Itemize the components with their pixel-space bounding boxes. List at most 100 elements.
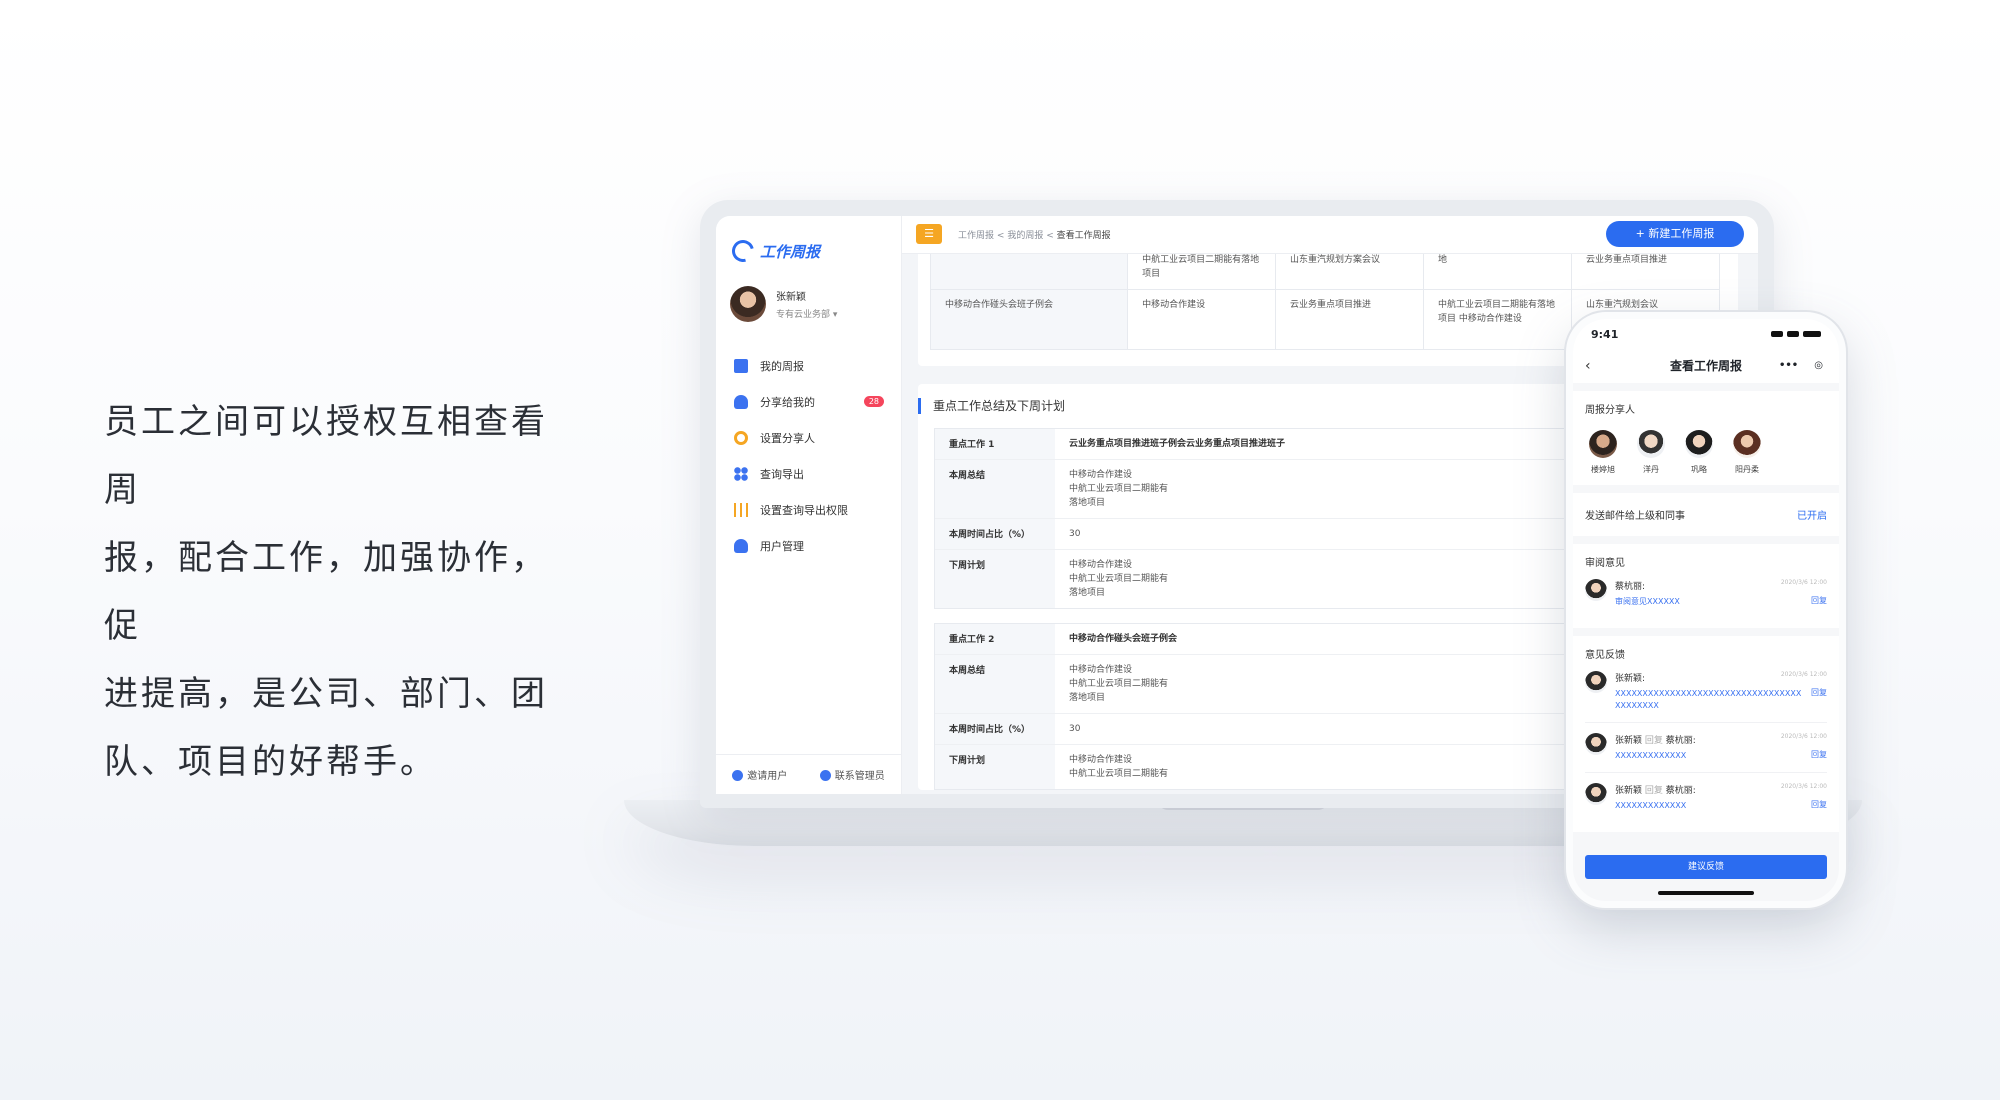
row-label: 下周计划 [935, 550, 1055, 608]
sidebar-item-label: 设置分享人 [760, 432, 815, 445]
invite-label: 邀请用户 [747, 771, 788, 782]
app-logo[interactable]: 工作周报 [727, 235, 821, 267]
signal-icon [1771, 331, 1821, 337]
mail-status[interactable]: 已开启 [1797, 507, 1827, 522]
sidebar-item-label: 设置查询导出权限 [760, 504, 848, 517]
sharer-item[interactable]: 楼婷旭 [1589, 430, 1617, 475]
avatar [1585, 733, 1607, 755]
table-cell: 云业务重点项目推进 [1275, 289, 1425, 350]
row-label: 本周总结 [935, 460, 1055, 518]
sidebar-item-export-permission[interactable]: 设置查询导出权限 [734, 492, 894, 528]
sidebar-item-label: 分享给我的 [760, 396, 815, 409]
comment-author: 张新颖: [1615, 671, 1805, 684]
user-name: 张新颖 [776, 292, 806, 303]
table-cell: 地 [1423, 254, 1572, 290]
row-label: 本周时间占比（%） [935, 519, 1055, 549]
back-icon[interactable]: ‹ [1585, 349, 1591, 383]
sidebar-item-label: 我的周报 [760, 360, 804, 373]
comment-author: 张新颖 回复 蔡杭丽: [1615, 733, 1805, 746]
sidebar-footer: 邀请用户 联系管理员 [716, 754, 901, 794]
comment-text: XXXXXXXXXXXXX [1615, 801, 1687, 810]
invite-user-link[interactable]: 邀请用户 [732, 767, 787, 782]
breadcrumb-separator: < [1046, 231, 1054, 241]
comment-time: 2020/3/6 12:00 [1780, 783, 1827, 790]
add-user-icon [732, 770, 744, 781]
sliders-icon [734, 503, 748, 517]
sidebar: 工作周报 张新颖 专有云业务部 ▾ 我的周报 分享给我的 28 设置分享人 查询… [716, 216, 902, 794]
breadcrumb-current: 查看工作周报 [1056, 231, 1111, 241]
user-dept-dropdown[interactable]: 专有云业务部 ▾ [776, 307, 837, 320]
tagline-line: 队、项目的好帮手。 [104, 742, 437, 782]
sharer-name: 阳丹柔 [1735, 465, 1759, 474]
author-name: 张新颖 [1615, 786, 1643, 796]
comment-author: 张新颖 回复 蔡杭丽: [1615, 783, 1805, 796]
contact-label: 联系管理员 [834, 771, 885, 782]
avatar [1585, 579, 1607, 601]
count-badge: 28 [863, 396, 884, 407]
author-name: 张新颖: [1615, 674, 1646, 684]
logo-icon [727, 235, 759, 267]
target-icon[interactable]: ◎ [1814, 349, 1823, 383]
book-icon [734, 359, 748, 373]
gear-icon [734, 431, 748, 445]
sharers-section: 周报分享人 楼婷旭 洋丹 巩略 阳丹柔 [1573, 391, 1839, 485]
row-label: 重点工作 1 [935, 429, 1055, 459]
menu-toggle-button[interactable]: ☰ [916, 224, 942, 244]
reply-button[interactable]: 回复 [1811, 687, 1827, 698]
sidebar-nav: 我的周报 分享给我的 28 设置分享人 查询导出 设置查询导出权限 用户管理 [734, 348, 894, 564]
tagline-line: 进提高，是公司、部门、团 [104, 674, 548, 714]
row-label: 重点工作 2 [935, 624, 1055, 654]
more-icon[interactable]: ••• [1779, 349, 1798, 383]
sharers-list: 楼婷旭 洋丹 巩略 阳丹柔 [1585, 430, 1827, 475]
tagline-line: 员工之间可以授权互相查看周 [104, 402, 548, 510]
breadcrumb: 工作周报 < 我的周报 < 查看工作周报 [958, 228, 1111, 241]
table-cell: 中移动合作碰头会班子例会 [929, 289, 1129, 350]
sharer-item[interactable]: 洋丹 [1637, 430, 1665, 475]
reply-button[interactable]: 回复 [1811, 749, 1827, 760]
sidebar-item-set-sharer[interactable]: 设置分享人 [734, 420, 894, 456]
contact-admin-link[interactable]: 联系管理员 [819, 767, 885, 782]
sharer-item[interactable]: 阳丹柔 [1733, 430, 1761, 475]
sidebar-item-my-reports[interactable]: 我的周报 [734, 348, 894, 384]
table-cell: 中移动合作建设 [1127, 289, 1277, 350]
table-cell: 中航工业云项目二期能有落地项目 [1127, 254, 1277, 290]
breadcrumb-item[interactable]: 我的周报 [1007, 231, 1043, 241]
suggest-feedback-button[interactable]: 建议反馈 [1585, 855, 1827, 879]
grid-icon [734, 467, 748, 481]
author-name: 张新颖 [1615, 736, 1643, 746]
sidebar-item-query-export[interactable]: 查询导出 [734, 456, 894, 492]
reply-button[interactable]: 回复 [1811, 595, 1827, 606]
avatar [1685, 430, 1713, 458]
avatar [1585, 783, 1607, 805]
mail-setting[interactable]: 发送邮件给上级和同事 已开启 [1573, 493, 1839, 536]
breadcrumb-item[interactable]: 工作周报 [958, 231, 994, 241]
comment-text: XXXXXXXXXXXXX [1615, 751, 1687, 760]
new-report-button[interactable]: + 新建工作周报 [1606, 221, 1744, 247]
phone-icon [819, 770, 831, 781]
table-cell: 山东重汽规划方案会议 [1275, 254, 1425, 290]
status-time: 9:41 [1591, 327, 1619, 341]
sharers-heading: 周报分享人 [1585, 405, 1635, 416]
avatar[interactable] [730, 286, 766, 322]
table-cell [929, 254, 1129, 290]
capsule-menu[interactable]: ••• ◎ [1773, 357, 1829, 375]
user-profile[interactable]: 张新颖 专有云业务部 ▾ [730, 286, 837, 322]
table-cell: 中航工业云项目二期能有落地项目 中移动合作建设 [1423, 289, 1572, 350]
comment-item: 张新颖: XXXXXXXXXXXXXXXXXXXXXXXXXXXXXXXXXXX… [1585, 671, 1827, 723]
comment-item: 蔡杭丽: 审阅意见XXXXXX 2020/3/6 12:00 回复 [1585, 579, 1827, 618]
sharer-item[interactable]: 巩略 [1685, 430, 1713, 475]
comment-item: 张新颖 回复 蔡杭丽: XXXXXXXXXXXXX 2020/3/6 12:00… [1585, 783, 1827, 822]
comment-time: 2020/3/6 12:00 [1780, 671, 1827, 678]
share-icon [734, 395, 748, 409]
avatar [1589, 430, 1617, 458]
table-row: 中航工业云项目二期能有落地项目 山东重汽规划方案会议 地 云业务重点项目推进 [929, 254, 1721, 290]
reply-button[interactable]: 回复 [1811, 799, 1827, 810]
marketing-tagline: 员工之间可以授权互相查看周 报，配合工作，加强协作，促 进提高，是公司、部门、团… [104, 388, 574, 796]
reply-tag: 回复 [1644, 786, 1663, 796]
sidebar-item-label: 用户管理 [760, 540, 804, 553]
sidebar-item-shared-to-me[interactable]: 分享给我的 28 [734, 384, 894, 420]
sidebar-item-user-management[interactable]: 用户管理 [734, 528, 894, 564]
logo-text: 工作周报 [760, 242, 821, 261]
status-bar: 9:41 [1573, 319, 1839, 349]
phone-title: 查看工作周报 [1669, 359, 1742, 373]
